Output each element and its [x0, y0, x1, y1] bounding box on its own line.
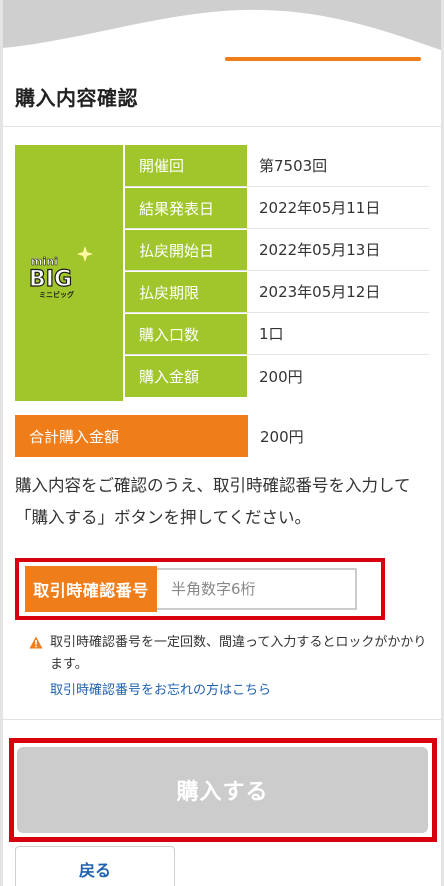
detail-label: 払戻期限 [124, 271, 247, 312]
detail-value: 1口 [247, 313, 429, 354]
header-wave [3, 0, 441, 50]
purchase-details-table: 開催回 第7503回 結果発表日 2022年05月11日 払戻開始日 2022年… [124, 145, 429, 397]
detail-value: 200円 [247, 355, 429, 397]
detail-value: 2022年05月13日 [247, 229, 429, 270]
detail-value: 2022年05月11日 [247, 187, 429, 228]
title-divider [3, 126, 441, 127]
detail-row-amount: 購入金額 200円 [124, 355, 429, 397]
pin-label: 取引時確認番号 [25, 566, 157, 612]
back-button[interactable]: 戻る [15, 846, 175, 886]
mini-big-logo: mini BIG ミニビッグ [15, 145, 123, 401]
total-amount-label: 合計購入金額 [15, 415, 248, 457]
detail-row-payout-start: 払戻開始日 2022年05月13日 [124, 229, 429, 271]
detail-row-units: 購入口数 1口 [124, 313, 429, 355]
detail-row-round: 開催回 第7503回 [124, 145, 429, 187]
logo-kana-text: ミニビッグ [39, 290, 74, 299]
detail-label: 購入口数 [124, 313, 247, 354]
detail-label: 結果発表日 [124, 187, 247, 228]
section-divider [3, 719, 441, 720]
instruction-text: 購入内容をご確認のうえ、取引時確認番号を入力して「購入する」ボタンを押してくださ… [15, 476, 411, 527]
detail-value: 2023年05月12日 [247, 271, 429, 312]
pin-input[interactable] [157, 568, 357, 610]
detail-row-result-date: 結果発表日 2022年05月11日 [124, 187, 429, 229]
header-accent-strip [225, 57, 421, 61]
logo-big-text: BIG [29, 267, 72, 292]
total-amount-value: 200円 [260, 427, 304, 446]
mini-big-logo-graphic: mini BIG ミニビッグ [28, 246, 93, 299]
detail-row-payout-deadline: 払戻期限 2023年05月12日 [124, 271, 429, 313]
detail-label: 払戻開始日 [124, 229, 247, 270]
warning-text: 取引時確認番号を一定回数、間違って入力するとロックがかかります。 [50, 635, 427, 672]
page-title: 購入内容確認 [15, 86, 138, 110]
warning-icon [29, 636, 43, 649]
pin-entry-box: 取引時確認番号 [15, 558, 385, 620]
forgot-pin-link[interactable]: 取引時確認番号をお忘れの方はこちら [50, 679, 271, 698]
detail-label: 開催回 [124, 145, 247, 186]
total-amount-row: 合計購入金額 200円 [15, 415, 429, 457]
detail-value: 第7503回 [247, 145, 429, 186]
lock-warning: 取引時確認番号を一定回数、間違って入力するとロックがかかります。 [29, 632, 431, 676]
buy-button[interactable]: 購入する [17, 747, 428, 833]
detail-label: 購入金額 [124, 355, 247, 397]
page-frame: 購入内容確認 mini BIG ミニビッグ 開催回 第7503回 結果発表日 2… [3, 0, 441, 886]
